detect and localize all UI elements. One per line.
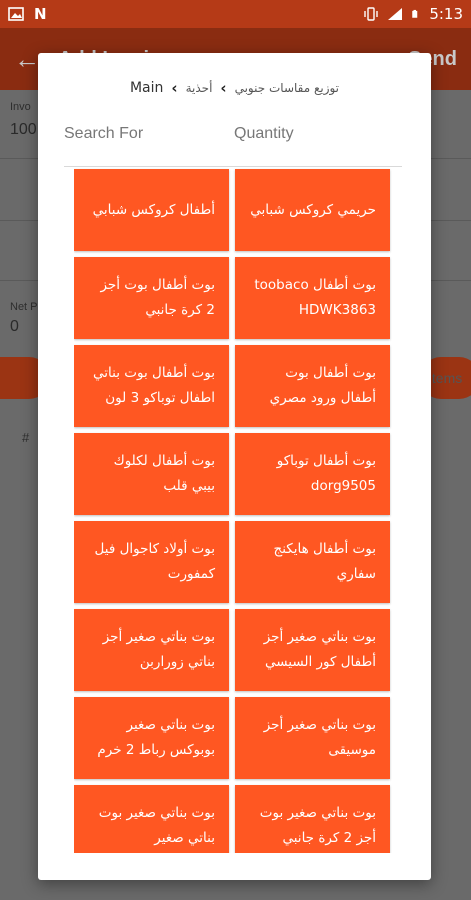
category-tile[interactable]: بوت أطفال بوت أطفال ورود مصري xyxy=(235,345,390,427)
breadcrumb-main[interactable]: Main xyxy=(130,80,163,96)
category-tile[interactable]: بوت بناتي صغير بوبوكس رباط 2 خرم xyxy=(74,697,229,779)
tiles-grid: أطفال كروكس شبابي حريمي كروكس شبابي بوت … xyxy=(74,167,392,853)
category-tile[interactable]: بوت بناتي صغير أجز بناتي زوراربن xyxy=(74,609,229,691)
photo-icon xyxy=(8,7,24,21)
tiles-scroll-area[interactable]: أطفال كروكس شبابي حريمي كروكس شبابي بوت … xyxy=(74,167,392,853)
category-tile[interactable]: أطفال كروكس شبابي xyxy=(74,169,229,251)
category-tile[interactable]: بوت أطفال بوت بناتي اطفال توباكو 3 لون xyxy=(74,345,229,427)
netflix-icon: N xyxy=(34,5,47,23)
category-tile[interactable]: بوت بناتي صغير أجز أطفال كور السيسي xyxy=(235,609,390,691)
category-tile[interactable]: بوت بناتي صغير أجز موسيقى xyxy=(235,697,390,779)
net-label: Net P xyxy=(10,301,38,313)
category-tile[interactable]: بوت أطفال توباكو dorg9505 xyxy=(235,433,390,515)
category-tile[interactable]: بوت بناتي صغير بوت بناتي صغير xyxy=(74,785,229,853)
quantity-input[interactable]: Quantity xyxy=(234,125,404,143)
back-arrow-icon[interactable]: ← xyxy=(14,44,40,75)
category-tile[interactable]: بوت أطفال بوت أجز 2 كرة جانبي xyxy=(74,257,229,339)
search-input[interactable]: Search For xyxy=(64,125,234,143)
invoice-label: Invo xyxy=(10,101,31,113)
status-bar: N 5:13 xyxy=(0,0,471,28)
status-time: 5:13 xyxy=(429,5,463,23)
battery-icon xyxy=(412,9,418,18)
breadcrumb-level1[interactable]: أحذية xyxy=(186,81,213,95)
category-tile[interactable]: بوت أطفال هايكنج سفاري xyxy=(235,521,390,603)
category-tile[interactable]: بوت أطفال toobaco HDWK3863 xyxy=(235,257,390,339)
invoice-value: 100 xyxy=(10,121,37,138)
signal-icon xyxy=(388,8,403,20)
net-value: 0 xyxy=(10,318,19,335)
hash-label: # xyxy=(22,430,30,445)
chevron-left-icon: ‹ xyxy=(171,79,178,97)
chevron-left-icon: ‹ xyxy=(220,79,227,97)
vibrate-icon xyxy=(364,7,379,21)
breadcrumb: Main ‹ أحذية ‹ توزيع مقاسات جنوبي xyxy=(38,79,431,97)
category-tile[interactable]: بوت بناتي صغير بوت أجز 2 كرة جانبي xyxy=(235,785,390,853)
search-row: Search For Quantity xyxy=(64,125,405,143)
category-tile[interactable]: حريمي كروكس شبابي xyxy=(235,169,390,251)
category-picker-dialog: Main ‹ أحذية ‹ توزيع مقاسات جنوبي Search… xyxy=(38,53,431,880)
category-tile[interactable]: بوت أولاد كاجوال فيل كمفورت xyxy=(74,521,229,603)
category-tile[interactable]: بوت أطفال لكلوك بيبي قلب xyxy=(74,433,229,515)
breadcrumb-level2[interactable]: توزيع مقاسات جنوبي xyxy=(235,81,339,95)
